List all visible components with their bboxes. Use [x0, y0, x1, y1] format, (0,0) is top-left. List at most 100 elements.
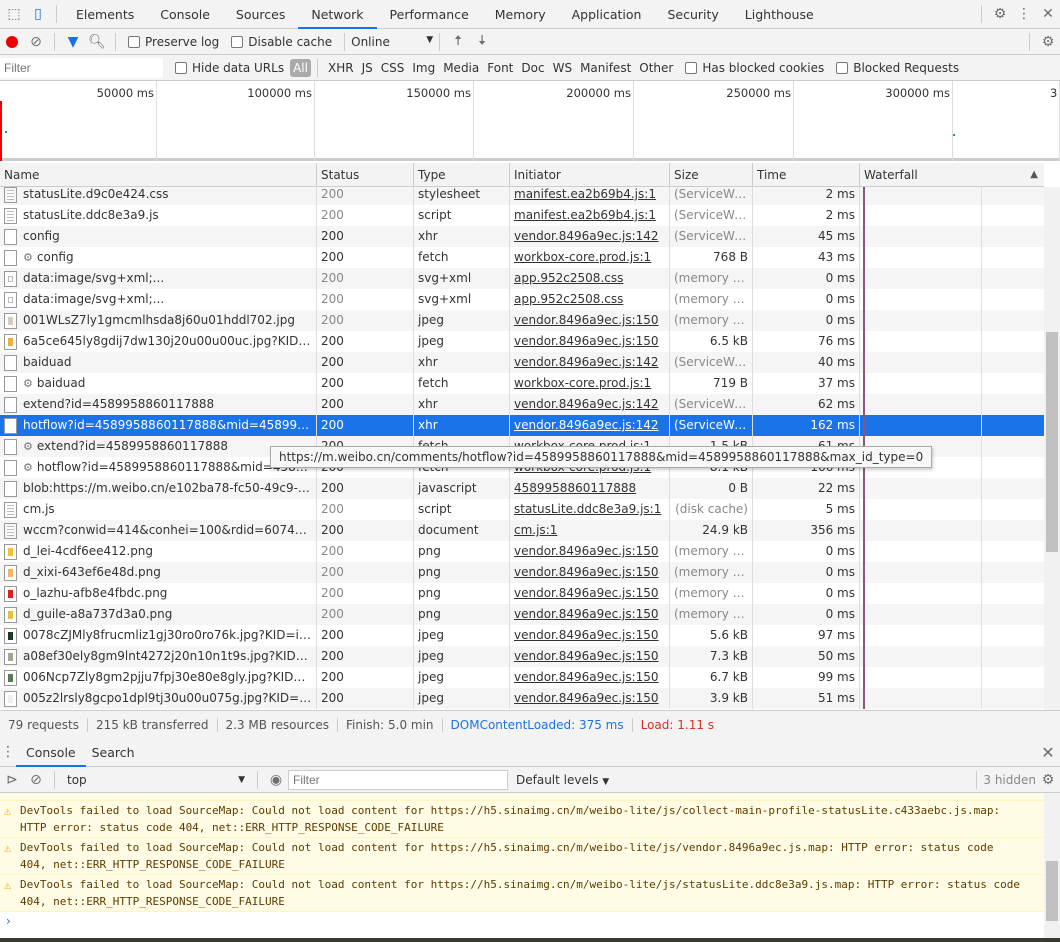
name-cell[interactable]: config: [0, 226, 317, 247]
request-row[interactable]: config 200 xhr vendor.8496a9ec.js:142 (Servi…: [0, 226, 1044, 247]
tab-sources[interactable]: Sources: [223, 0, 298, 29]
console-scrollbar[interactable]: [1044, 793, 1060, 938]
network-settings-gear-icon[interactable]: ⚙: [1036, 30, 1060, 54]
blocked-requests-checkbox[interactable]: Blocked Requests: [836, 61, 959, 75]
name-cell[interactable]: ⚙ config: [0, 247, 317, 268]
name-cell[interactable]: wccm?conwid=414&conhei=100&rdid=6074883&…: [0, 520, 317, 541]
initiator-link[interactable]: vendor.8496a9ec.js:142: [514, 355, 659, 369]
column-header-initiator[interactable]: Initiator: [510, 163, 670, 186]
sort-ascending-icon[interactable]: ▲: [1030, 163, 1038, 187]
request-row[interactable]: data:image/svg+xml;... 200 svg+xml app.952c…: [0, 268, 1044, 289]
initiator-link[interactable]: vendor.8496a9ec.js:150: [514, 691, 659, 705]
source-map-link[interactable]: https://h5.sinaimg.cn/m/weibo-lite/js/st…: [431, 878, 855, 891]
request-row[interactable]: hotflow?id=4589958860117888&mid=45899588…: [0, 415, 1044, 436]
name-cell[interactable]: baiduad: [0, 352, 317, 373]
initiator-link[interactable]: vendor.8496a9ec.js:150: [514, 649, 659, 663]
request-row[interactable]: 001WLsZ7ly1gmcmlhsda8j60u01hddl702.jpg 20…: [0, 310, 1044, 331]
column-header-type[interactable]: Type: [414, 163, 510, 186]
name-cell[interactable]: blob:https://m.weibo.cn/e102ba78-fc50-49…: [0, 478, 317, 499]
request-row[interactable]: 006Ncp7Zly8gm2pjju7fpj30e80e8gly.jpg?KID…: [0, 667, 1044, 688]
export-har-icon[interactable]: 🠇: [470, 30, 494, 54]
initiator-link[interactable]: 4589958860117888: [514, 481, 636, 495]
column-header-time[interactable]: Time: [753, 163, 860, 186]
console-prompt[interactable]: ›: [0, 912, 1044, 930]
filter-type-all[interactable]: All: [290, 58, 311, 77]
tab-memory[interactable]: Memory: [482, 0, 559, 29]
name-cell[interactable]: 0078cZJMly8frucmliz1gj30ro0ro76k.jpg?KID…: [0, 625, 317, 646]
request-row[interactable]: statusLite.ddc8e3a9.js 200 script manifest.…: [0, 205, 1044, 226]
initiator-link[interactable]: manifest.ea2b69b4.js:1: [514, 208, 656, 222]
column-header-waterfall[interactable]: Waterfall ▲: [860, 163, 1044, 186]
disable-cache-checkbox[interactable]: Disable cache: [231, 35, 332, 49]
console-filter-input[interactable]: [288, 769, 508, 790]
request-row[interactable]: d_guile-a8a737d3a0.png 200 png vendor.8496a…: [0, 604, 1044, 625]
filter-input[interactable]: [0, 57, 163, 78]
filter-type-media[interactable]: Media: [439, 61, 483, 75]
request-row[interactable]: 6a5ce645ly8gdij7dw130j20u00u00uc.jpg?KID…: [0, 331, 1044, 352]
initiator-link[interactable]: vendor.8496a9ec.js:142: [514, 397, 659, 411]
source-map-link[interactable]: https://h5.sinaimg.cn/m/weibo-lite/js/ve…: [431, 841, 828, 854]
request-row[interactable]: d_xixi-643ef6e48d.png 200 png vendor.8496a9…: [0, 562, 1044, 583]
tab-lighthouse[interactable]: Lighthouse: [732, 0, 827, 29]
settings-gear-icon[interactable]: ⚙: [988, 2, 1012, 26]
initiator-link[interactable]: workbox-core.prod.js:1: [514, 376, 651, 390]
initiator-link[interactable]: vendor.8496a9ec.js:142: [514, 418, 659, 432]
request-row[interactable]: baiduad 200 xhr vendor.8496a9ec.js:142 (Serv…: [0, 352, 1044, 373]
preserve-log-checkbox[interactable]: Preserve log: [128, 35, 219, 49]
request-row[interactable]: extend?id=4589958860117888 200 xhr vendor.8…: [0, 394, 1044, 415]
request-row[interactable]: ⚙ config 200 fetch workbox-core.prod.js:1 768…: [0, 247, 1044, 268]
filter-type-css[interactable]: CSS: [377, 61, 409, 75]
filter-type-other[interactable]: Other: [635, 61, 677, 75]
request-row[interactable]: statusLite.d9c0e424.css 200 stylesheet mani…: [0, 187, 1044, 205]
tab-performance[interactable]: Performance: [377, 0, 482, 29]
name-cell[interactable]: statusLite.ddc8e3a9.js: [0, 205, 317, 226]
drawer-menu-icon[interactable]: ⋮: [0, 740, 16, 764]
filter-funnel-icon[interactable]: ▼: [61, 30, 85, 54]
device-toolbar-icon[interactable]: ▯: [26, 2, 50, 26]
request-row[interactable]: blob:https://m.weibo.cn/e102ba78-fc50-49…: [0, 478, 1044, 499]
scrollbar-thumb[interactable]: [1046, 332, 1058, 552]
name-cell[interactable]: a08ef30ely8gm9lnt4272j20n10n1t9s.jpg?KID…: [0, 646, 317, 667]
name-cell[interactable]: cm.js: [0, 499, 317, 520]
record-icon[interactable]: [0, 30, 24, 54]
request-row[interactable]: ⚙ baiduad 200 fetch workbox-core.prod.js:1 71…: [0, 373, 1044, 394]
initiator-link[interactable]: vendor.8496a9ec.js:142: [514, 229, 659, 243]
initiator-link[interactable]: app.952c2508.css: [514, 292, 623, 306]
drawer-tab-console[interactable]: Console: [16, 738, 86, 767]
initiator-link[interactable]: vendor.8496a9ec.js:150: [514, 670, 659, 684]
name-cell[interactable]: d_lei-4cdf6ee412.png: [0, 541, 317, 562]
scrollbar-thumb[interactable]: [1046, 861, 1058, 921]
initiator-link[interactable]: vendor.8496a9ec.js:150: [514, 565, 659, 579]
column-header-name[interactable]: Name: [0, 163, 317, 186]
search-icon[interactable]: 🔍︎: [85, 30, 109, 54]
request-row[interactable]: d_lei-4cdf6ee412.png 200 png vendor.8496a9e…: [0, 541, 1044, 562]
live-expression-eye-icon[interactable]: ◉: [264, 768, 288, 792]
log-levels-select[interactable]: Default levels ▼: [516, 773, 609, 787]
initiator-link[interactable]: vendor.8496a9ec.js:150: [514, 628, 659, 642]
name-cell[interactable]: ⚙ baiduad: [0, 373, 317, 394]
initiator-link[interactable]: cm.js:1: [514, 523, 557, 537]
initiator-link[interactable]: workbox-core.prod.js:1: [514, 250, 651, 264]
column-header-status[interactable]: Status: [317, 163, 414, 186]
drawer-tab-search[interactable]: Search: [86, 738, 141, 767]
close-drawer-icon[interactable]: ✕: [1036, 740, 1060, 764]
filter-type-doc[interactable]: Doc: [517, 61, 548, 75]
initiator-link[interactable]: vendor.8496a9ec.js:150: [514, 313, 659, 327]
name-cell[interactable]: d_guile-a8a737d3a0.png: [0, 604, 317, 625]
name-cell[interactable]: data:image/svg+xml;...: [0, 268, 317, 289]
requests-scrollbar[interactable]: [1044, 187, 1060, 710]
initiator-link[interactable]: app.952c2508.css: [514, 271, 623, 285]
console-settings-gear-icon[interactable]: ⚙: [1036, 768, 1060, 792]
initiator-link[interactable]: vendor.8496a9ec.js:150: [514, 607, 659, 621]
request-row[interactable]: wccm?conwid=414&conhei=100&rdid=6074883&…: [0, 520, 1044, 541]
more-options-icon[interactable]: ⋮: [1012, 2, 1036, 26]
name-cell[interactable]: 005z2lrsly8gcpo1dpl9tj30u00u075g.jpg?KID…: [0, 688, 317, 709]
tab-network[interactable]: Network: [298, 0, 377, 29]
close-devtools-icon[interactable]: ✕: [1036, 2, 1060, 26]
initiator-link[interactable]: statusLite.ddc8e3a9.js:1: [514, 502, 661, 516]
name-cell[interactable]: hotflow?id=4589958860117888&mid=45899588…: [0, 415, 317, 436]
request-row[interactable]: 0078cZJMly8frucmliz1gj30ro0ro76k.jpg?KID…: [0, 625, 1044, 646]
name-cell[interactable]: extend?id=4589958860117888: [0, 394, 317, 415]
filter-type-manifest[interactable]: Manifest: [576, 61, 635, 75]
name-cell[interactable]: 001WLsZ7ly1gmcmlhsda8j60u01hddl702.jpg: [0, 310, 317, 331]
